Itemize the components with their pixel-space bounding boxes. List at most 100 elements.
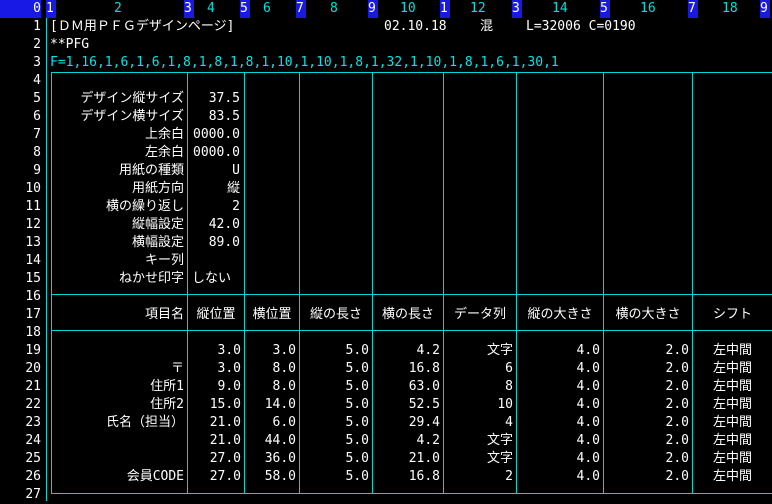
cell-hpos[interactable]: 36.0	[245, 450, 296, 468]
cell-vsize[interactable]: 4.0	[517, 360, 600, 378]
ruler-cell-14[interactable]: 14	[552, 0, 568, 18]
cell-vsize[interactable]: 4.0	[517, 378, 600, 396]
cell-vpos[interactable]: 21.0	[188, 432, 241, 450]
cell-hlen[interactable]: 63.0	[373, 378, 440, 396]
line-number[interactable]: 12	[0, 216, 41, 234]
ruler-cell-17[interactable]: 7	[688, 0, 698, 18]
setting-value[interactable]: 37.5	[190, 90, 240, 108]
line-number[interactable]: 18	[0, 324, 41, 342]
cell-hpos[interactable]: 6.0	[245, 414, 296, 432]
ruler-cell-6[interactable]: 6	[263, 0, 271, 18]
line-number[interactable]: 1	[0, 18, 41, 36]
cell-shift[interactable]: 左中間	[693, 396, 772, 414]
cell-shift[interactable]: 左中間	[693, 468, 772, 486]
cell-hpos[interactable]: 8.0	[245, 378, 296, 396]
cell-item-name[interactable]: 氏名（担当）	[52, 414, 184, 432]
cell-data-col[interactable]: 8	[444, 378, 513, 396]
setting-label[interactable]: 用紙の種類	[52, 162, 184, 180]
line-number[interactable]: 4	[0, 72, 41, 90]
line-number[interactable]: 26	[0, 468, 41, 486]
cell-shift[interactable]: 左中間	[693, 432, 772, 450]
column-header-hpos[interactable]: 横位置	[245, 306, 299, 324]
setting-value[interactable]: U	[190, 162, 240, 180]
cell-data-col[interactable]: 4	[444, 414, 513, 432]
ruler-cell-10[interactable]: 10	[400, 0, 416, 18]
ruler-cell-12[interactable]: 12	[470, 0, 486, 18]
cell-vsize[interactable]: 4.0	[517, 468, 600, 486]
cell-vlen[interactable]: 5.0	[300, 414, 369, 432]
line-number[interactable]: 19	[0, 342, 41, 360]
cell-hsize[interactable]: 2.0	[604, 468, 689, 486]
line-number[interactable]: 3	[0, 54, 41, 72]
cell-vsize[interactable]: 4.0	[517, 342, 600, 360]
line-number[interactable]: 11	[0, 198, 41, 216]
cell-hpos[interactable]: 44.0	[245, 432, 296, 450]
line-number[interactable]: 14	[0, 252, 41, 270]
setting-value[interactable]: 0000.0	[190, 126, 240, 144]
cell-item-name[interactable]: 住所2	[52, 396, 184, 414]
cell-shift[interactable]: 左中間	[693, 378, 772, 396]
cell-hsize[interactable]: 2.0	[604, 360, 689, 378]
setting-value[interactable]: 縦	[190, 180, 240, 198]
cell-vsize[interactable]: 4.0	[517, 414, 600, 432]
cell-hpos[interactable]: 8.0	[245, 360, 296, 378]
line-number[interactable]: 27	[0, 486, 41, 504]
cell-data-col[interactable]: 文字	[444, 432, 513, 450]
setting-label[interactable]: デザイン縦サイズ	[52, 90, 184, 108]
column-header-vpos[interactable]: 縦位置	[188, 306, 244, 324]
cell-vpos[interactable]: 3.0	[188, 360, 241, 378]
setting-label[interactable]: デザイン横サイズ	[52, 108, 184, 126]
cell-vsize[interactable]: 4.0	[517, 450, 600, 468]
setting-label[interactable]: キー列	[52, 252, 184, 270]
column-header-shift[interactable]: シフト	[693, 306, 772, 324]
ruler-cell-4[interactable]: 4	[207, 0, 215, 18]
cell-vlen[interactable]: 5.0	[300, 432, 369, 450]
cell-vpos[interactable]: 3.0	[188, 342, 241, 360]
line-number[interactable]: 8	[0, 144, 41, 162]
cell-data-col[interactable]: 2	[444, 468, 513, 486]
setting-label[interactable]: ねかせ印字	[52, 270, 184, 288]
cell-data-col[interactable]: 文字	[444, 342, 513, 360]
pfg-marker[interactable]: **PFG	[50, 36, 89, 54]
line-number[interactable]: 15	[0, 270, 41, 288]
cell-hsize[interactable]: 2.0	[604, 396, 689, 414]
cell-data-col[interactable]: 文字	[444, 450, 513, 468]
line-number[interactable]: 5	[0, 90, 41, 108]
setting-label[interactable]: 横幅設定	[52, 234, 184, 252]
cell-vpos[interactable]: 15.0	[188, 396, 241, 414]
cell-item-name[interactable]	[52, 450, 184, 468]
cell-vpos[interactable]: 27.0	[188, 468, 241, 486]
setting-label[interactable]: 横の繰り返し	[52, 198, 184, 216]
cell-vlen[interactable]: 5.0	[300, 396, 369, 414]
line-number[interactable]: 22	[0, 396, 41, 414]
cell-shift[interactable]: 左中間	[693, 414, 772, 432]
cell-hsize[interactable]: 2.0	[604, 378, 689, 396]
cell-vlen[interactable]: 5.0	[300, 378, 369, 396]
column-header-hlen[interactable]: 横の長さ	[373, 306, 443, 324]
cell-hlen[interactable]: 16.8	[373, 360, 440, 378]
setting-value[interactable]: 89.0	[190, 234, 240, 252]
cell-hsize[interactable]: 2.0	[604, 342, 689, 360]
line-number[interactable]: 24	[0, 432, 41, 450]
setting-value[interactable]: 83.5	[190, 108, 240, 126]
cell-shift[interactable]: 左中間	[693, 360, 772, 378]
ruler-cell-2[interactable]: 2	[114, 0, 122, 18]
cell-vpos[interactable]: 9.0	[188, 378, 241, 396]
setting-value[interactable]	[190, 252, 240, 270]
ruler-cell-8[interactable]: 8	[330, 0, 338, 18]
cell-item-name[interactable]: 〒	[52, 360, 184, 378]
line-number[interactable]: 13	[0, 234, 41, 252]
cell-vlen[interactable]: 5.0	[300, 342, 369, 360]
setting-label[interactable]: 左余白	[52, 144, 184, 162]
ruler-cell-3[interactable]: 3	[184, 0, 194, 18]
column-header-hsize[interactable]: 横の大きさ	[604, 306, 692, 324]
line-number[interactable]: 2	[0, 36, 41, 54]
line-number[interactable]: 23	[0, 414, 41, 432]
setting-value[interactable]: 0000.0	[190, 144, 240, 162]
cell-hlen[interactable]: 4.2	[373, 342, 440, 360]
ruler-cell-9[interactable]: 9	[368, 0, 378, 18]
setting-label[interactable]: 縦幅設定	[52, 216, 184, 234]
cell-vpos[interactable]: 21.0	[188, 414, 241, 432]
column-header-data-col[interactable]: データ列	[444, 306, 516, 324]
setting-value[interactable]: 42.0	[190, 216, 240, 234]
